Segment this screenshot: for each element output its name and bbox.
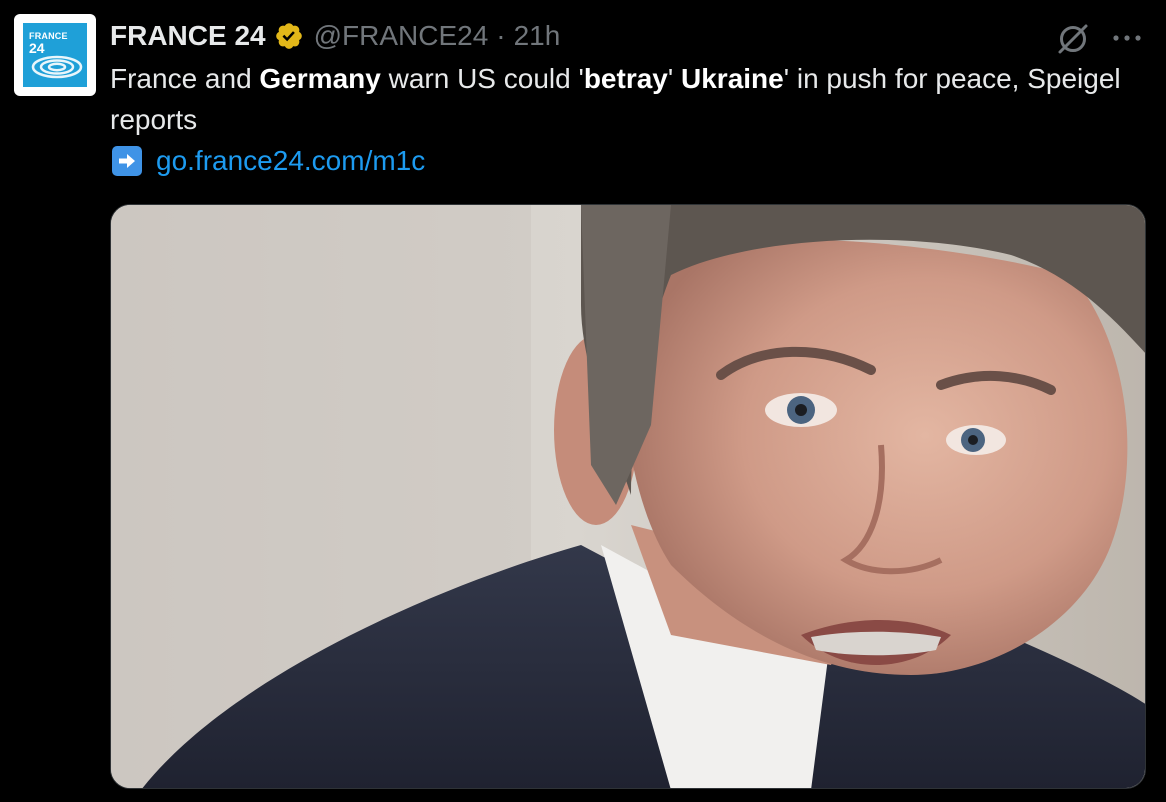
avatar[interactable]: FRANCE 24 — [14, 14, 96, 96]
grok-icon[interactable] — [1054, 20, 1092, 58]
france24-logo: FRANCE 24 — [23, 23, 87, 87]
tweet[interactable]: FRANCE 24 FRANCE 24 @FRANCE24 · 21h Fran… — [0, 0, 1166, 802]
tweet-link-line: go.france24.com/m1c — [110, 140, 425, 181]
tweet-text-segment: warn US could ' — [380, 63, 584, 94]
tweet-timestamp[interactable]: 21h — [514, 20, 561, 52]
more-options-icon[interactable] — [1110, 28, 1144, 48]
tweet-image[interactable] — [110, 204, 1146, 789]
tweet-text-segment: ' — [667, 63, 681, 94]
verified-badge-icon[interactable] — [274, 21, 304, 51]
right-arrow-emoji-icon — [112, 145, 142, 176]
tweet-text: France and Germany warn US could 'betray… — [110, 58, 1140, 140]
tweet-text-bold-segment: betray — [583, 63, 668, 94]
portrait-photo — [111, 205, 1145, 788]
tweet-link[interactable]: go.france24.com/m1c — [156, 145, 425, 177]
tweet-text-bold-segment: Ukraine — [681, 63, 784, 94]
author-handle[interactable]: @FRANCE24 — [314, 20, 489, 52]
tweet-text-bold-segment: Germany — [259, 63, 381, 94]
tweet-text-segment: France and — [110, 63, 260, 94]
author-name[interactable]: FRANCE 24 — [110, 20, 266, 52]
logo-text-24: 24 — [29, 40, 45, 56]
tweet-header: FRANCE 24 @FRANCE24 · 21h — [110, 18, 560, 54]
separator-dot: · — [496, 20, 506, 51]
